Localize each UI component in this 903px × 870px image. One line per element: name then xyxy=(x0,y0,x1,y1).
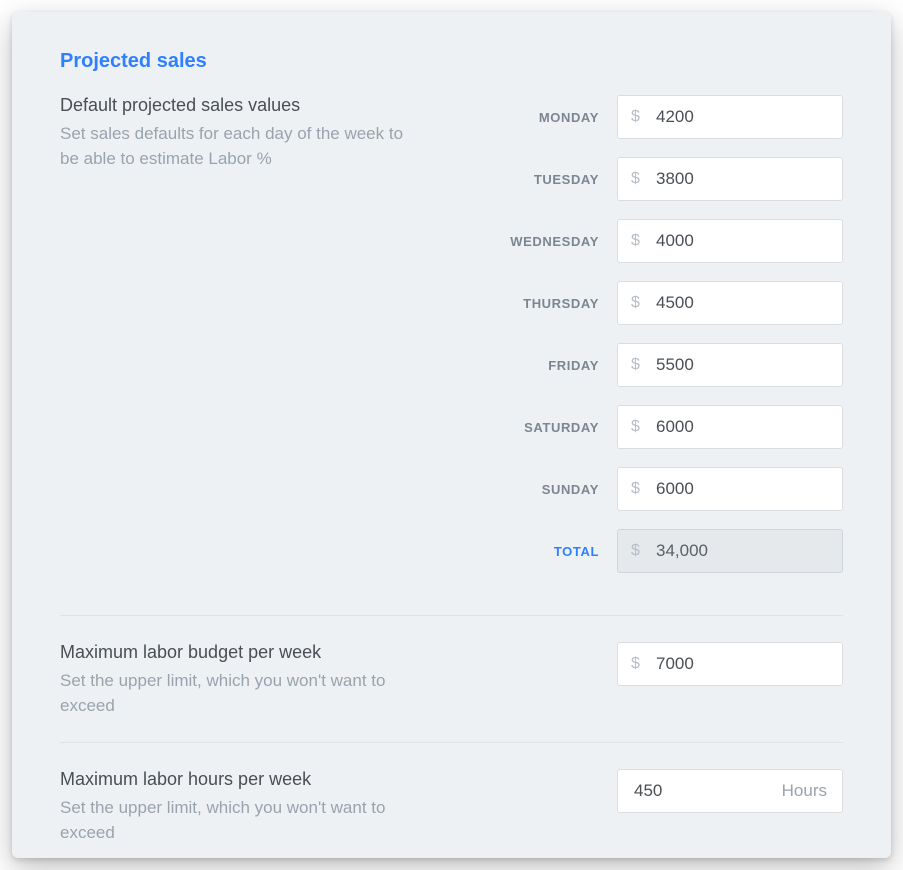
sales-input-tuesday[interactable] xyxy=(617,157,843,201)
defaults-description: Set sales defaults for each day of the w… xyxy=(60,122,423,171)
day-row-thursday: THURSDAY $ xyxy=(463,281,843,325)
input-wrap-sunday: $ xyxy=(617,467,843,511)
day-label-monday: MONDAY xyxy=(539,110,599,125)
day-row-wednesday: WEDNESDAY $ xyxy=(463,219,843,263)
labor-budget-row: Maximum labor budget per week Set the up… xyxy=(60,642,843,718)
day-row-saturday: SATURDAY $ xyxy=(463,405,843,449)
labor-hours-input-col: Hours xyxy=(463,769,843,813)
input-wrap-total: $ xyxy=(617,529,843,573)
labor-hours-row: Maximum labor hours per week Set the upp… xyxy=(60,769,843,845)
input-wrap-saturday: $ xyxy=(617,405,843,449)
input-wrap-thursday: $ xyxy=(617,281,843,325)
input-wrap-labor-hours: Hours xyxy=(617,769,843,813)
labor-budget-input[interactable] xyxy=(617,642,843,686)
day-row-tuesday: TUESDAY $ xyxy=(463,157,843,201)
projected-sales-description-col: Default projected sales values Set sales… xyxy=(60,95,423,171)
day-row-sunday: SUNDAY $ xyxy=(463,467,843,511)
settings-card: Projected sales Default projected sales … xyxy=(12,12,891,858)
labor-hours-description: Set the upper limit, which you won't wan… xyxy=(60,796,423,845)
labor-hours-description-col: Maximum labor hours per week Set the upp… xyxy=(60,769,423,845)
sales-input-friday[interactable] xyxy=(617,343,843,387)
projected-sales-inputs-col: MONDAY $ TUESDAY $ WEDNESDAY $ xyxy=(463,95,843,591)
day-label-thursday: THURSDAY xyxy=(523,296,599,311)
projected-sales-row: Default projected sales values Set sales… xyxy=(60,95,843,591)
labor-budget-description: Set the upper limit, which you won't wan… xyxy=(60,669,423,718)
sales-input-thursday[interactable] xyxy=(617,281,843,325)
day-row-monday: MONDAY $ xyxy=(463,95,843,139)
day-row-friday: FRIDAY $ xyxy=(463,343,843,387)
sales-input-saturday[interactable] xyxy=(617,405,843,449)
divider xyxy=(60,615,843,616)
labor-budget-description-col: Maximum labor budget per week Set the up… xyxy=(60,642,423,718)
input-wrap-wednesday: $ xyxy=(617,219,843,263)
labor-hours-title: Maximum labor hours per week xyxy=(60,769,423,790)
day-label-total: TOTAL xyxy=(554,544,599,559)
day-row-total: TOTAL $ xyxy=(463,529,843,573)
labor-hours-input[interactable] xyxy=(617,769,843,813)
input-wrap-tuesday: $ xyxy=(617,157,843,201)
day-label-sunday: SUNDAY xyxy=(542,482,599,497)
labor-budget-input-col: $ xyxy=(463,642,843,686)
sales-input-sunday[interactable] xyxy=(617,467,843,511)
section-title: Projected sales xyxy=(60,50,843,73)
day-label-friday: FRIDAY xyxy=(548,358,599,373)
defaults-title: Default projected sales values xyxy=(60,95,423,116)
day-label-tuesday: TUESDAY xyxy=(534,172,599,187)
labor-budget-title: Maximum labor budget per week xyxy=(60,642,423,663)
sales-input-wednesday[interactable] xyxy=(617,219,843,263)
input-wrap-labor-budget: $ xyxy=(617,642,843,686)
input-wrap-friday: $ xyxy=(617,343,843,387)
sales-total-readonly xyxy=(617,529,843,573)
divider xyxy=(60,742,843,743)
day-label-saturday: SATURDAY xyxy=(524,420,599,435)
sales-input-monday[interactable] xyxy=(617,95,843,139)
input-wrap-monday: $ xyxy=(617,95,843,139)
day-label-wednesday: WEDNESDAY xyxy=(510,234,599,249)
